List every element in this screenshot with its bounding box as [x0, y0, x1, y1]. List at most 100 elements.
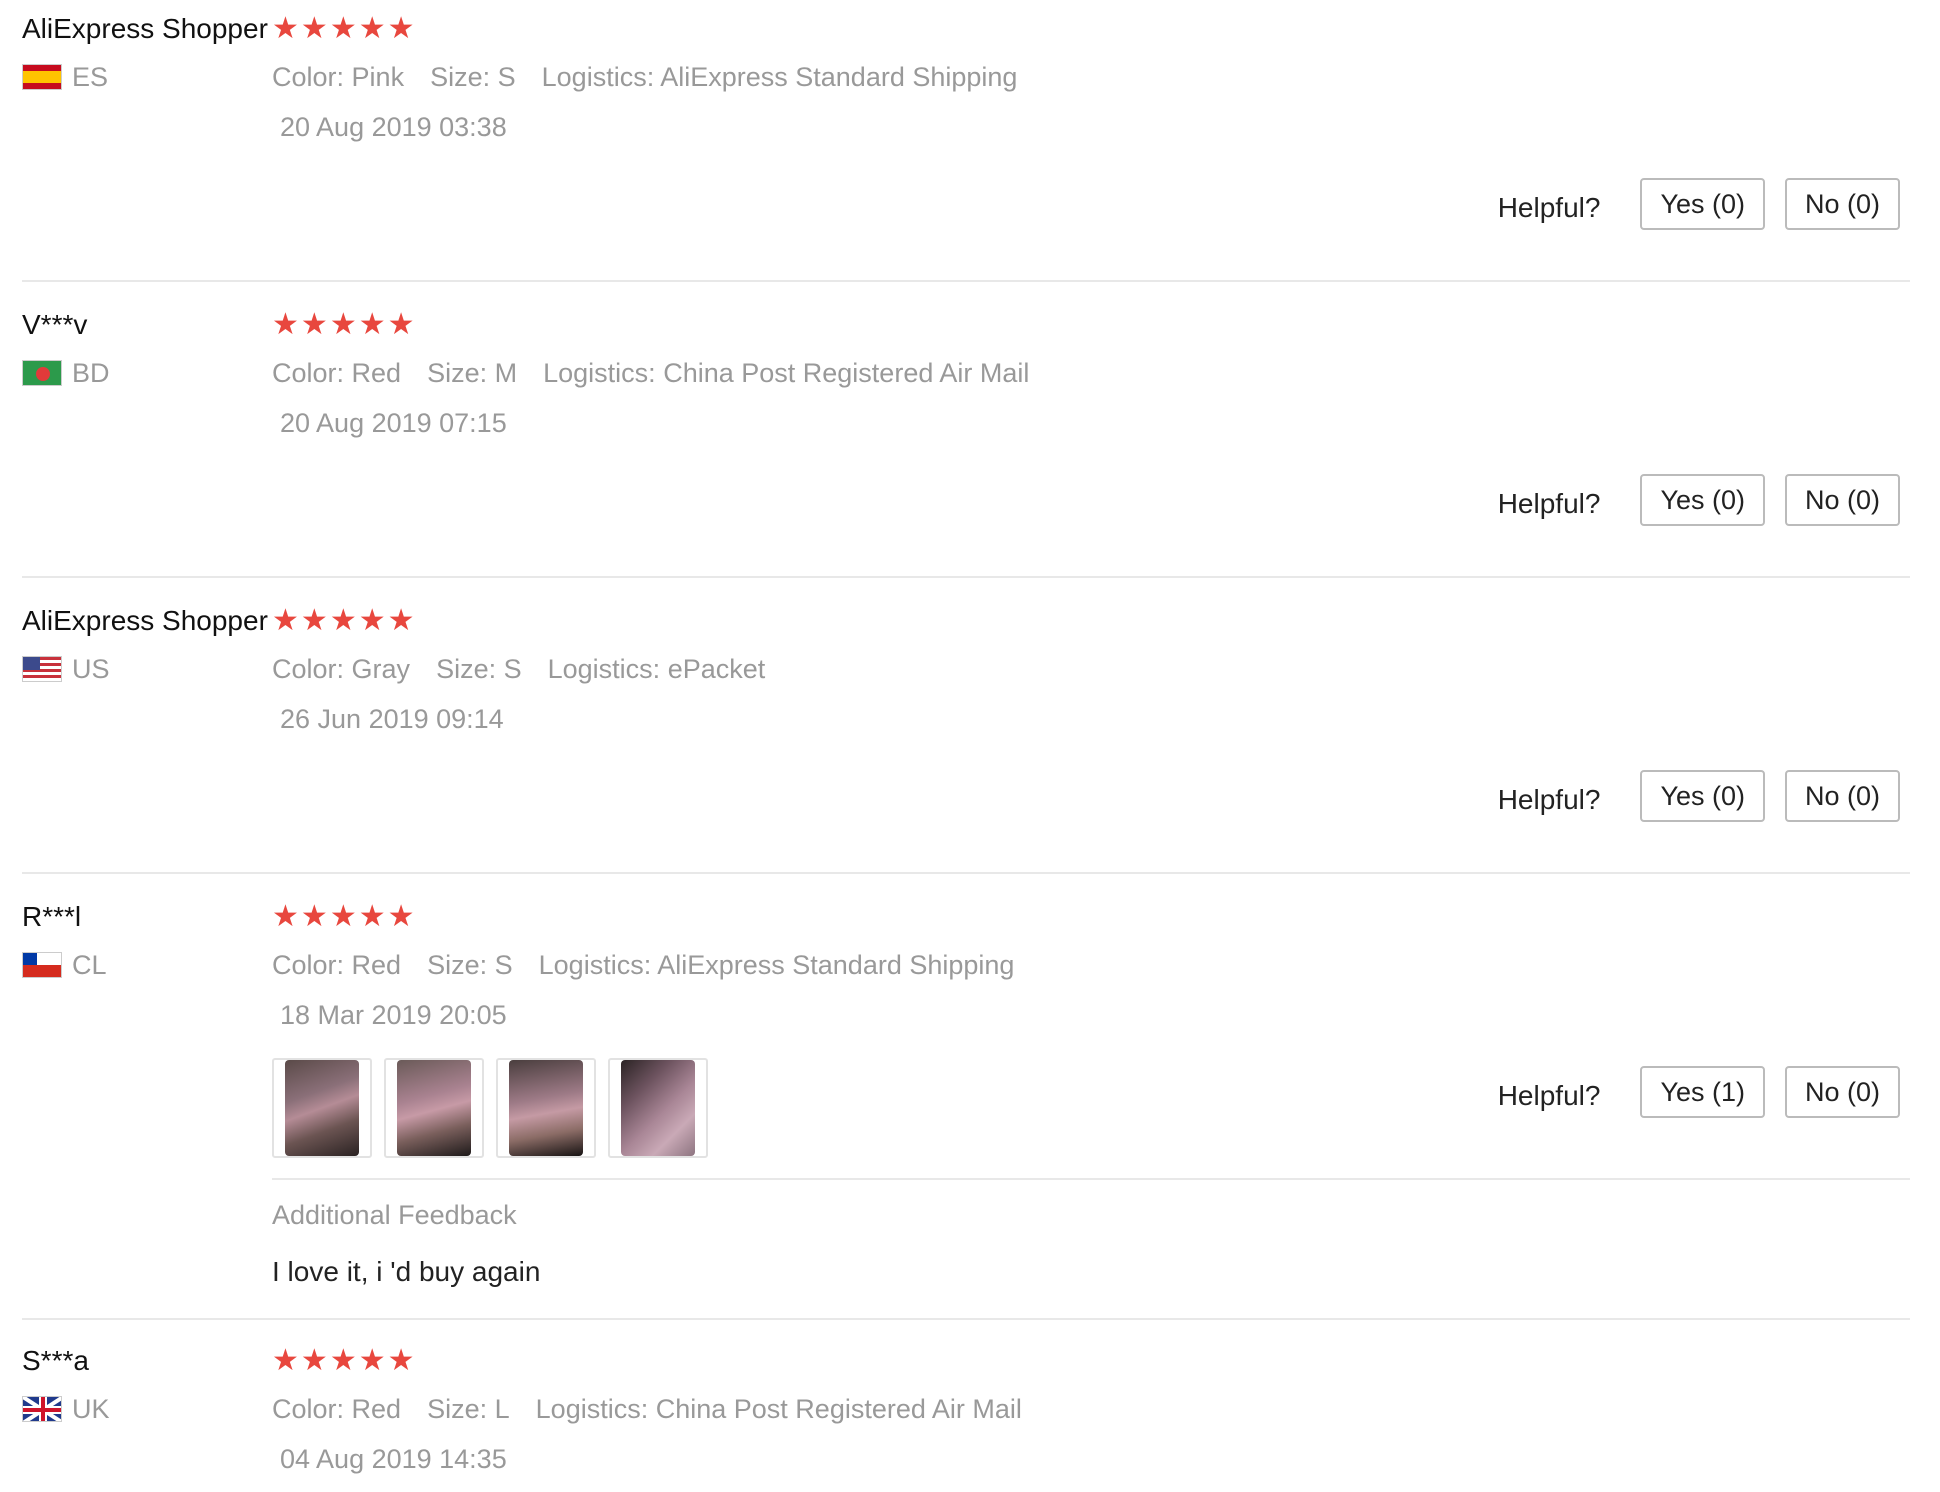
star-icon: ★ — [358, 1344, 386, 1377]
flag-us-icon — [22, 656, 62, 682]
color-label: Color: — [272, 62, 345, 92]
size-value: S — [497, 62, 516, 92]
color-value: Gray — [351, 654, 411, 684]
helpful-no-button[interactable]: No (0) — [1784, 1066, 1900, 1118]
helpful-no-button[interactable]: No (0) — [1784, 474, 1900, 526]
review-photo-thumbnail[interactable] — [608, 1058, 708, 1158]
logistics-value: China Post Registered Air Mail — [663, 358, 1030, 388]
star-icon: ★ — [387, 12, 415, 45]
star-icon: ★ — [387, 308, 415, 341]
color-value: Red — [351, 1394, 402, 1424]
reviewer-country: ES — [22, 60, 272, 94]
review-content: ★ ★ ★ ★ ★ Color: Red Size: S Logistics: AliExp… — [272, 900, 1910, 1158]
size-value: S — [494, 950, 513, 980]
helpful-vote: Helpful? Yes (0) No (0) — [1498, 770, 1900, 822]
star-icon: ★ — [300, 308, 328, 341]
review-date: 26 Jun 2019 09:14 — [280, 704, 504, 734]
star-icon: ★ — [300, 12, 328, 45]
flag-bd-icon — [22, 360, 62, 386]
additional-feedback-text: I love it, i 'd buy again — [272, 1256, 541, 1287]
reviewer-country: BD — [22, 356, 272, 390]
country-code: BD — [72, 357, 110, 388]
star-icon: ★ — [387, 900, 415, 933]
star-icon: ★ — [329, 900, 357, 933]
logistics-label: Logistics: — [535, 1394, 649, 1424]
reviewer-info: V***v BD — [22, 308, 272, 390]
reviewer-info: AliExpress Shopper US — [22, 604, 272, 686]
star-rating: ★ ★ ★ ★ ★ — [272, 12, 1910, 46]
star-icon: ★ — [329, 12, 357, 45]
country-code: US — [72, 653, 110, 684]
helpful-yes-button[interactable]: Yes (0) — [1640, 178, 1765, 230]
reviewer-name: AliExpress Shopper — [22, 13, 268, 44]
review-photo-image — [621, 1060, 695, 1156]
reviewer-country: UK — [22, 1392, 272, 1426]
flag-uk-icon — [22, 1396, 62, 1422]
helpful-vote: Helpful? Yes (0) No (0) — [1498, 474, 1900, 526]
size-label: Size: — [427, 1394, 488, 1424]
color-value: Red — [351, 950, 402, 980]
star-icon: ★ — [272, 604, 299, 637]
order-info: Color: Red Size: L Logistics: China Post R… — [272, 1392, 1910, 1426]
star-rating: ★ ★ ★ ★ ★ — [272, 308, 1910, 342]
helpful-vote: Helpful? Yes (0) No (0) — [1498, 178, 1900, 230]
star-icon: ★ — [272, 12, 299, 45]
logistics-label: Logistics: — [538, 950, 652, 980]
reviewer-name: S***a — [22, 1345, 89, 1376]
review-divider — [22, 280, 1910, 282]
helpful-yes-button[interactable]: Yes (0) — [1640, 770, 1765, 822]
review-item: V***v BD ★ ★ ★ ★ ★ Color: Red Size: M Logistic… — [22, 308, 1910, 578]
helpful-no-button[interactable]: No (0) — [1784, 770, 1900, 822]
star-icon: ★ — [272, 308, 299, 341]
star-icon: ★ — [329, 308, 357, 341]
review-photo-thumbnail[interactable] — [272, 1058, 372, 1158]
review-photo-image — [397, 1060, 471, 1156]
helpful-no-button[interactable]: No (0) — [1784, 178, 1900, 230]
color-label: Color: — [272, 1394, 345, 1424]
reviewer-country: US — [22, 652, 272, 686]
star-icon: ★ — [358, 12, 386, 45]
logistics-label: Logistics: — [541, 62, 655, 92]
helpful-label: Helpful? — [1497, 192, 1601, 223]
star-icon: ★ — [387, 604, 415, 637]
review-item: R***l CL ★ ★ ★ ★ ★ Color: Red Size: S Logistic… — [22, 900, 1910, 1320]
review-divider — [22, 872, 1910, 874]
color-value: Pink — [351, 62, 405, 92]
review-photo-thumbnail[interactable] — [384, 1058, 484, 1158]
helpful-vote: Helpful? Yes (1) No (0) — [1498, 1066, 1900, 1118]
color-label: Color: — [272, 950, 345, 980]
star-icon: ★ — [387, 1344, 415, 1377]
star-icon: ★ — [300, 900, 328, 933]
helpful-label: Helpful? — [1497, 488, 1601, 519]
order-info: Color: Pink Size: S Logistics: AliExpress … — [272, 60, 1910, 94]
flag-es-icon — [22, 64, 62, 90]
order-info: Color: Red Size: M Logistics: China Post R… — [272, 356, 1910, 390]
size-value: M — [494, 358, 518, 388]
reviewer-name: R***l — [22, 901, 82, 932]
color-label: Color: — [272, 654, 345, 684]
size-value: L — [494, 1394, 510, 1424]
additional-feedback-title: Additional Feedback — [272, 1200, 517, 1230]
size-label: Size: — [427, 358, 488, 388]
reviews-page: AliExpress Shopper ES ★ ★ ★ ★ ★ Color: Pink S… — [0, 0, 1940, 1492]
star-icon: ★ — [300, 604, 328, 637]
review-photo-thumbnail[interactable] — [496, 1058, 596, 1158]
helpful-yes-button[interactable]: Yes (0) — [1640, 474, 1765, 526]
review-date: 18 Mar 2019 20:05 — [280, 1000, 507, 1030]
logistics-value: ePacket — [667, 654, 766, 684]
review-content: ★ ★ ★ ★ ★ Color: Pink Size: S Logistics: AliEx… — [272, 12, 1910, 144]
review-date: 04 Aug 2019 14:35 — [280, 1444, 507, 1474]
helpful-yes-button[interactable]: Yes (1) — [1640, 1066, 1765, 1118]
size-label: Size: — [427, 950, 488, 980]
additional-feedback-divider — [272, 1178, 1910, 1180]
logistics-label: Logistics: — [547, 654, 661, 684]
reviewer-info: R***l CL — [22, 900, 272, 982]
size-label: Size: — [430, 62, 491, 92]
star-icon: ★ — [358, 900, 386, 933]
review-content: ★ ★ ★ ★ ★ Color: Gray Size: S Logistics: ePack… — [272, 604, 1910, 736]
country-code: CL — [72, 949, 107, 980]
review-photo-image — [509, 1060, 583, 1156]
review-content: ★ ★ ★ ★ ★ Color: Red Size: L Logistics: China … — [272, 1344, 1910, 1476]
helpful-label: Helpful? — [1497, 784, 1601, 815]
logistics-value: AliExpress Standard Shipping — [660, 62, 1018, 92]
